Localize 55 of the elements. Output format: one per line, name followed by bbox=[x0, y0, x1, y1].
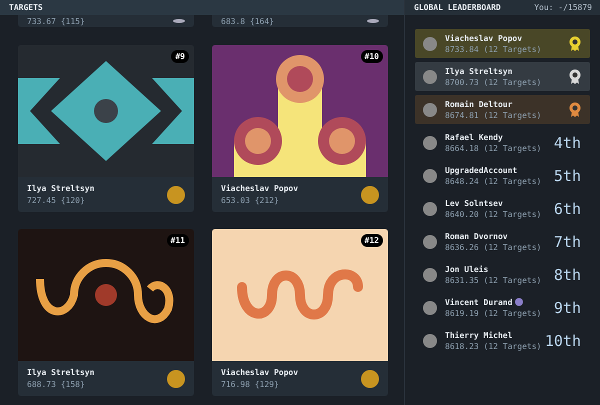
rank-text: 5th bbox=[554, 166, 581, 184]
score-text: 8618.23 (12 Targets) bbox=[445, 342, 542, 350]
leaderboard-row[interactable]: Rafael Kendy 8664.18 (12 Targets) 4th bbox=[415, 128, 590, 157]
target-card[interactable]: #12 Viacheslav Popov 716.98 {129} bbox=[212, 229, 388, 396]
score-text: 8674.81 (12 Targets) bbox=[445, 110, 542, 120]
score-text: 688.73 {158} bbox=[27, 380, 86, 389]
player-name: UpgradedAccount bbox=[445, 166, 518, 174]
player-name: Viacheslav Popov bbox=[445, 34, 522, 42]
target-card[interactable]: 733.67 {115} bbox=[18, 15, 194, 27]
player-name: Jon Uleis bbox=[445, 264, 488, 274]
player-name: Rafael Kendy bbox=[445, 132, 503, 142]
rank-text: 8th bbox=[554, 266, 581, 284]
rank-text: 9th bbox=[554, 298, 581, 316]
score-text: 8700.73 (12 Targets) bbox=[445, 78, 542, 86]
player-name: Lev Solntsev bbox=[445, 198, 503, 208]
target-card[interactable]: #11 Ilya Streltsyn 688.73 {158} bbox=[18, 229, 194, 396]
section-title: GLOBAL LEADERBOARD bbox=[414, 3, 501, 12]
score-text: 8640.20 (12 Targets) bbox=[445, 210, 542, 218]
leaderboard-row[interactable]: Lev Solntsev 8640.20 (12 Targets) 6th bbox=[415, 194, 590, 223]
author-name: Viacheslav Popov bbox=[221, 368, 298, 377]
score-text: 8619.19 (12 Targets) bbox=[445, 308, 542, 318]
leaderboard-row[interactable]: UpgradedAccount 8648.24 (12 Targets) 5th bbox=[415, 161, 590, 190]
player-name: Romain Deltour bbox=[445, 100, 512, 108]
rank-text: 10th bbox=[544, 332, 581, 350]
target-card[interactable]: #10 Viacheslav Popov 653.03 {212} bbox=[212, 45, 388, 212]
leaderboard-row[interactable]: Vincent Durand 8619.19 (12 Targets) 9th bbox=[415, 293, 590, 322]
player-name: Thierry Michel bbox=[445, 330, 512, 340]
author-name: Viacheslav Popov bbox=[221, 184, 298, 193]
score-text: 8733.84 (12 Targets) bbox=[445, 44, 542, 54]
score-text: 733.67 {115} bbox=[27, 16, 85, 26]
target-card[interactable]: 683.8 {164} bbox=[212, 15, 388, 27]
score-text: 8636.26 (12 Targets) bbox=[445, 242, 542, 252]
leaderboard-row[interactable]: Ilya Streltsyn 8700.73 (12 Targets) bbox=[415, 62, 590, 91]
user-rank-text: You: -/15879 bbox=[534, 3, 592, 12]
rank-text: 6th bbox=[554, 200, 581, 218]
leaderboard-row[interactable]: Romain Deltour 8674.81 (12 Targets) bbox=[415, 95, 590, 124]
score-text: 683.8 {164} bbox=[221, 16, 274, 26]
rank-text: 4th bbox=[554, 134, 581, 152]
leaderboard-row[interactable]: Jon Uleis 8631.35 (12 Targets) 8th bbox=[415, 260, 590, 289]
rank-text: 7th bbox=[554, 232, 581, 250]
player-name: Ilya Streltsyn bbox=[445, 66, 512, 76]
score-text: 8664.18 (12 Targets) bbox=[445, 144, 542, 152]
leaderboard-row[interactable]: Roman Dvornov 8636.26 (12 Targets) 7th bbox=[415, 227, 590, 256]
author-name: Ilya Streltsyn bbox=[27, 368, 94, 377]
author-name: Ilya Streltsyn bbox=[27, 184, 94, 193]
leaderboard-row[interactable]: Viacheslav Popov 8733.84 (12 Targets) bbox=[415, 29, 590, 58]
player-name: Roman Dvornov bbox=[445, 232, 508, 240]
score-text: 716.98 {129} bbox=[221, 380, 280, 389]
target-card[interactable]: #9 Ilya Streltsyn 727.45 {120} bbox=[18, 45, 194, 212]
score-text: 653.03 {212} bbox=[221, 196, 280, 205]
score-text: 8631.35 (12 Targets) bbox=[445, 276, 542, 284]
score-text: 727.45 {120} bbox=[27, 196, 86, 205]
score-text: 8648.24 (12 Targets) bbox=[445, 176, 542, 186]
player-name: Vincent Durand bbox=[445, 298, 512, 306]
section-title: TARGETS bbox=[9, 3, 43, 12]
